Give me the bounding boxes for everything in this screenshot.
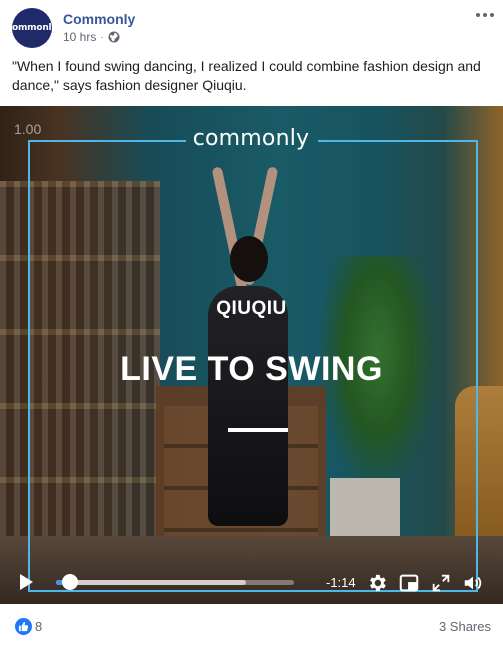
progress-knob[interactable]	[62, 574, 79, 590]
post-footer: 8 3 Shares	[0, 604, 503, 646]
shares-count-link[interactable]: 3 Shares	[439, 619, 491, 634]
video-brand-logo: commonly	[192, 126, 310, 151]
progress-bar[interactable]	[56, 580, 294, 585]
globe-icon[interactable]	[108, 31, 120, 43]
meta-separator: ·	[100, 31, 104, 43]
thumbs-up-icon[interactable]	[15, 618, 32, 635]
video-player[interactable]: commonly 1.00 QIUQIU LIVE TO SWING -1:14	[0, 106, 503, 604]
post-header: commonly Commonly 10 hrs ·	[0, 0, 503, 56]
time-remaining: -1:14	[326, 575, 356, 590]
video-headline: LIVE TO SWING	[120, 350, 383, 388]
title-frame-top-right	[318, 140, 478, 142]
progress-buffer	[56, 580, 247, 585]
fullscreen-icon[interactable]	[430, 572, 452, 594]
playback-rate: 1.00	[14, 121, 42, 137]
play-icon[interactable]	[20, 574, 33, 590]
picture-in-picture-icon[interactable]	[398, 572, 420, 594]
post-caption: "When I found swing dancing, I realized …	[12, 58, 481, 93]
volume-icon[interactable]	[462, 572, 484, 594]
gear-icon[interactable]	[366, 572, 388, 594]
post-timestamp[interactable]: 10 hrs	[63, 30, 96, 44]
post-meta: 10 hrs ·	[63, 30, 120, 44]
title-frame-top-left	[28, 140, 186, 142]
more-options-icon[interactable]	[474, 8, 496, 22]
video-controls: -1:14	[0, 560, 503, 604]
page-name-link[interactable]: Commonly	[63, 11, 135, 27]
avatar[interactable]: commonly	[7, 8, 57, 48]
avatar-logo-text: commonly	[6, 23, 58, 33]
video-subject-title: QIUQIU	[216, 298, 287, 319]
headline-underline	[228, 428, 288, 432]
reaction-count[interactable]: 8	[35, 619, 42, 634]
